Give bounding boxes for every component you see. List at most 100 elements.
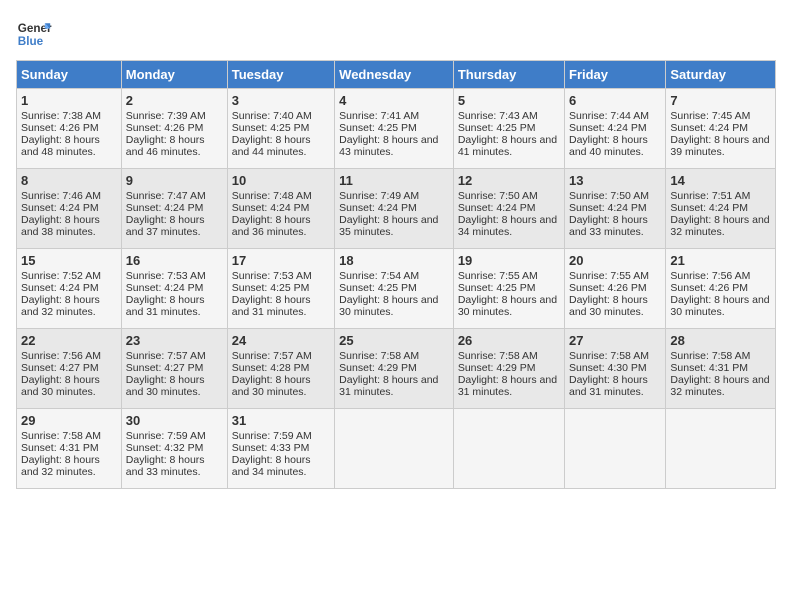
sunset-text: Sunset: 4:24 PM [569, 122, 647, 134]
sunrise-text: Sunrise: 7:50 AM [458, 190, 538, 202]
calendar-cell: 5Sunrise: 7:43 AMSunset: 4:25 PMDaylight… [453, 89, 564, 169]
daylight-text: Daylight: 8 hours and 33 minutes. [569, 214, 648, 238]
daylight-text: Daylight: 8 hours and 32 minutes. [670, 374, 769, 398]
header-sunday: Sunday [17, 61, 122, 89]
day-number: 22 [21, 333, 117, 348]
sunrise-text: Sunrise: 7:51 AM [670, 190, 750, 202]
sunset-text: Sunset: 4:24 PM [670, 202, 748, 214]
daylight-text: Daylight: 8 hours and 36 minutes. [232, 214, 311, 238]
daylight-text: Daylight: 8 hours and 34 minutes. [232, 454, 311, 478]
sunset-text: Sunset: 4:24 PM [569, 202, 647, 214]
calendar-cell: 20Sunrise: 7:55 AMSunset: 4:26 PMDayligh… [565, 249, 666, 329]
daylight-text: Daylight: 8 hours and 48 minutes. [21, 134, 100, 158]
daylight-text: Daylight: 8 hours and 30 minutes. [21, 374, 100, 398]
calendar-week-row: 15 Sunrise: 7:52 AMSunset: 4:24 PM Dayligh… [17, 249, 776, 329]
calendar-cell: 22 Sunrise: 7:56 AMSunset: 4:27 PMDayligh… [17, 329, 122, 409]
sunset-text: Sunset: 4:27 PM [21, 362, 99, 374]
day-number: 5 [458, 93, 560, 108]
sunrise-text: Sunrise: 7:55 AM [458, 270, 538, 282]
day-number: 28 [670, 333, 771, 348]
day-number: 4 [339, 93, 449, 108]
day-number: 19 [458, 253, 560, 268]
sunset-text: Sunset: 4:25 PM [339, 282, 417, 294]
daylight-text: Daylight: 8 hours and 30 minutes. [339, 294, 438, 318]
calendar-cell: 18Sunrise: 7:54 AMSunset: 4:25 PMDayligh… [335, 249, 454, 329]
daylight-text: Daylight: 8 hours and 40 minutes. [569, 134, 648, 158]
sunrise-text: Sunrise: 7:57 AM [232, 350, 312, 362]
day-number: 15 [21, 253, 117, 268]
sunrise-text: Sunrise: 7:44 AM [569, 110, 649, 122]
calendar-week-row: 29Sunrise: 7:58 AMSunset: 4:31 PMDayligh… [17, 409, 776, 489]
calendar-cell: 1Sunrise: 7:38 AMSunset: 4:26 PMDaylight… [17, 89, 122, 169]
calendar-cell: 30Sunrise: 7:59 AMSunset: 4:32 PMDayligh… [121, 409, 227, 489]
header-wednesday: Wednesday [335, 61, 454, 89]
sunrise-text: Sunrise: 7:43 AM [458, 110, 538, 122]
daylight-text: Daylight: 8 hours and 38 minutes. [21, 214, 100, 238]
calendar-cell: 11Sunrise: 7:49 AMSunset: 4:24 PMDayligh… [335, 169, 454, 249]
daylight-text: Daylight: 8 hours and 43 minutes. [339, 134, 438, 158]
daylight-text: Daylight: 8 hours and 32 minutes. [670, 214, 769, 238]
day-number: 26 [458, 333, 560, 348]
day-number: 14 [670, 173, 771, 188]
day-number: 2 [126, 93, 223, 108]
calendar-cell: 15Sunrise: 7:52 AMSunset: 4:24 PMDayligh… [17, 249, 122, 329]
daylight-text: Daylight: 8 hours and 30 minutes. [458, 294, 557, 318]
daylight-text: Daylight: 8 hours and 33 minutes. [126, 454, 205, 478]
calendar-cell: 8Sunrise: 7:46 AMSunset: 4:24 PMDaylight… [17, 169, 122, 249]
daylight-text: Daylight: 8 hours and 30 minutes. [670, 294, 769, 318]
day-number: 20 [569, 253, 661, 268]
sunset-text: Sunset: 4:24 PM [126, 202, 204, 214]
sunset-text: Sunset: 4:26 PM [126, 122, 204, 134]
day-number: 9 [126, 173, 223, 188]
sunset-text: Sunset: 4:24 PM [21, 282, 99, 294]
calendar-cell: 10Sunrise: 7:48 AMSunset: 4:24 PMDayligh… [227, 169, 334, 249]
calendar-cell: 21Sunrise: 7:56 AMSunset: 4:26 PMDayligh… [666, 249, 776, 329]
sunrise-text: Sunrise: 7:56 AM [21, 350, 101, 362]
daylight-text: Daylight: 8 hours and 30 minutes. [126, 374, 205, 398]
sunrise-text: Sunrise: 7:40 AM [232, 110, 312, 122]
day-number: 12 [458, 173, 560, 188]
sunset-text: Sunset: 4:25 PM [232, 122, 310, 134]
day-number: 16 [126, 253, 223, 268]
calendar-cell: 25Sunrise: 7:58 AMSunset: 4:29 PMDayligh… [335, 329, 454, 409]
sunrise-text: Sunrise: 7:41 AM [339, 110, 419, 122]
daylight-text: Daylight: 8 hours and 46 minutes. [126, 134, 205, 158]
sunrise-text: Sunrise: 7:59 AM [232, 430, 312, 442]
sunrise-text: Sunrise: 7:39 AM [126, 110, 206, 122]
calendar-cell: 12Sunrise: 7:50 AMSunset: 4:24 PMDayligh… [453, 169, 564, 249]
calendar-cell: 19 Sunrise: 7:55 AMSunset: 4:25 PMDayligh… [453, 249, 564, 329]
calendar-cell: 13Sunrise: 7:50 AMSunset: 4:24 PMDayligh… [565, 169, 666, 249]
calendar-cell: 26Sunrise: 7:58 AMSunset: 4:29 PMDayligh… [453, 329, 564, 409]
day-number: 17 [232, 253, 330, 268]
day-number: 31 [232, 413, 330, 428]
sunset-text: Sunset: 4:24 PM [458, 202, 536, 214]
calendar-cell [335, 409, 454, 489]
sunrise-text: Sunrise: 7:52 AM [21, 270, 101, 282]
sunrise-text: Sunrise: 7:58 AM [670, 350, 750, 362]
sunrise-text: Sunrise: 7:58 AM [569, 350, 649, 362]
daylight-text: Daylight: 8 hours and 30 minutes. [232, 374, 311, 398]
day-number: 11 [339, 173, 449, 188]
calendar-cell [565, 409, 666, 489]
day-number: 25 [339, 333, 449, 348]
calendar-cell: 14 Sunrise: 7:51 AMSunset: 4:24 PMDayligh… [666, 169, 776, 249]
day-number: 24 [232, 333, 330, 348]
daylight-text: Daylight: 8 hours and 32 minutes. [21, 454, 100, 478]
logo: General Blue [16, 16, 52, 52]
day-number: 13 [569, 173, 661, 188]
calendar-cell: 16Sunrise: 7:53 AMSunset: 4:24 PMDayligh… [121, 249, 227, 329]
day-number: 7 [670, 93, 771, 108]
header: General Blue [16, 16, 776, 52]
day-number: 21 [670, 253, 771, 268]
sunset-text: Sunset: 4:25 PM [458, 282, 536, 294]
day-number: 27 [569, 333, 661, 348]
sunset-text: Sunset: 4:24 PM [339, 202, 417, 214]
day-number: 1 [21, 93, 117, 108]
calendar-cell [666, 409, 776, 489]
daylight-text: Daylight: 8 hours and 37 minutes. [126, 214, 205, 238]
calendar-cell: 24Sunrise: 7:57 AMSunset: 4:28 PMDayligh… [227, 329, 334, 409]
sunrise-text: Sunrise: 7:53 AM [232, 270, 312, 282]
sunset-text: Sunset: 4:24 PM [670, 122, 748, 134]
sunrise-text: Sunrise: 7:59 AM [126, 430, 206, 442]
calendar-cell: 7Sunrise: 7:45 AMSunset: 4:24 PMDaylight… [666, 89, 776, 169]
